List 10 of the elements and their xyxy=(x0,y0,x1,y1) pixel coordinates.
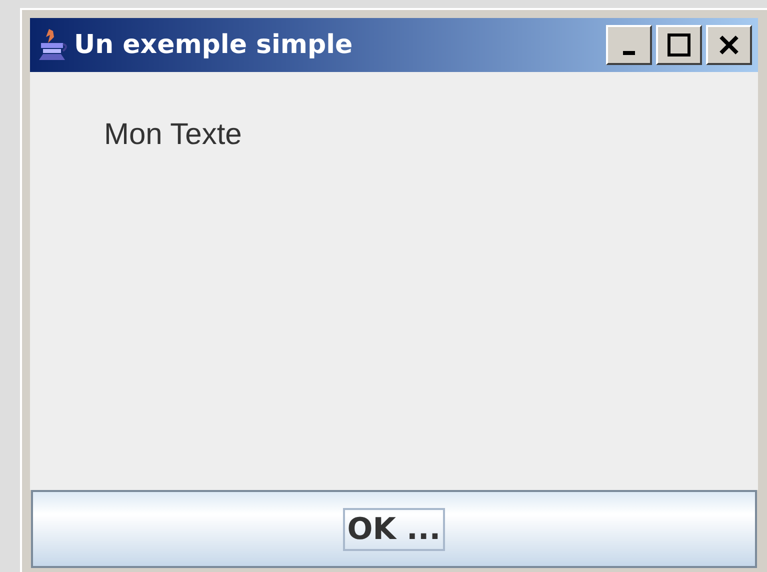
text-label: Mon Texte xyxy=(104,118,242,151)
minimize-icon xyxy=(623,51,635,55)
ok-button[interactable]: OK ... xyxy=(31,490,757,568)
maximize-button[interactable] xyxy=(656,25,702,65)
maximize-icon xyxy=(666,32,692,58)
minimize-button[interactable] xyxy=(606,25,652,65)
close-icon xyxy=(717,33,741,57)
close-button[interactable] xyxy=(706,25,752,65)
window-title: Un exemple simple xyxy=(74,30,354,60)
coffee-cup-icon xyxy=(36,27,70,63)
